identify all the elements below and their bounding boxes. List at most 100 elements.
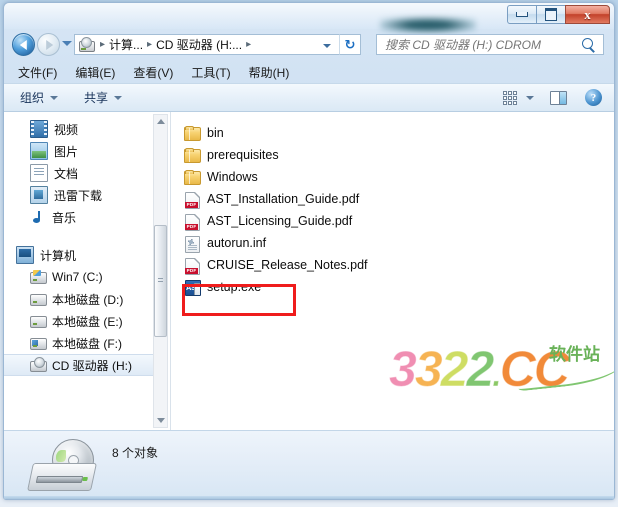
sidebar-item-label: CD 驱动器 (H:) — [52, 358, 132, 373]
search-icon — [581, 37, 597, 53]
window-controls: x — [507, 5, 610, 24]
menu-item-file[interactable]: 文件(F) — [18, 64, 57, 81]
address-bar-row: ▸ 计算... ▸ CD 驱动器 (H:... ▸ ↻ — [4, 29, 614, 60]
scroll-up-button[interactable] — [154, 115, 167, 128]
folder-icon — [183, 169, 201, 185]
hard-drive-icon — [30, 335, 47, 351]
menu-item-view[interactable]: 查看(V) — [133, 64, 173, 81]
file-name: AST_Installation_Guide.pdf — [207, 192, 360, 206]
documents-icon — [30, 164, 48, 182]
menu-item-tools[interactable]: 工具(T) — [191, 64, 230, 81]
chevron-up-icon — [156, 119, 165, 124]
sidebar-item-drive-e[interactable]: 本地磁盘 (E:) — [4, 310, 154, 332]
sidebar-item-label: 图片 — [54, 144, 79, 159]
sidebar-item-label: 本地磁盘 (E:) — [52, 314, 123, 329]
sidebar-item-label: 视频 — [54, 122, 79, 137]
title-bar: x — [4, 3, 614, 33]
share-button[interactable]: 共享 — [84, 89, 123, 106]
refresh-button[interactable]: ↻ — [339, 34, 361, 55]
menu-item-edit[interactable]: 编辑(E) — [75, 64, 115, 81]
breadcrumb[interactable]: ▸ 计算... ▸ CD 驱动器 (H:... ▸ — [74, 34, 339, 55]
file-item-autorun-inf[interactable]: autorun.inf — [183, 232, 608, 254]
sidebar-item-drive-c[interactable]: Win7 (C:) — [4, 266, 154, 288]
pdf-icon — [183, 191, 201, 209]
watermark-digit-1: 3 — [389, 341, 418, 397]
window-bottom-edge — [4, 496, 614, 499]
sidebar-item-label: Win7 (C:) — [52, 270, 103, 284]
site-watermark: 3322.CC 软件站 — [389, 340, 614, 410]
search-input[interactable] — [383, 36, 581, 53]
file-item-windows[interactable]: Windows — [183, 166, 608, 188]
sidebar-group-computer[interactable]: 计算机 — [4, 244, 154, 266]
sidebar-item-videos[interactable]: 视频 — [4, 118, 154, 140]
sidebar-item-music[interactable]: 音乐 — [4, 206, 154, 228]
folder-icon — [183, 147, 201, 163]
search-box[interactable] — [376, 34, 604, 55]
sidebar-item-pictures[interactable]: 图片 — [4, 140, 154, 162]
pictures-icon — [30, 142, 48, 160]
back-button[interactable] — [12, 33, 35, 56]
forward-arrow-icon — [45, 39, 53, 50]
file-item-bin[interactable]: bin — [183, 122, 608, 144]
cd-drive-led-icon — [82, 477, 88, 481]
hard-drive-icon — [30, 313, 47, 329]
file-item-prerequisites[interactable]: prerequisites — [183, 144, 608, 166]
pdf-icon — [183, 257, 201, 275]
help-icon[interactable]: ? — [585, 89, 602, 106]
file-item-setup-exe[interactable]: AST setup.exe — [183, 276, 608, 298]
folder-icon — [183, 125, 201, 141]
sidebar-item-label: 本地磁盘 (D:) — [52, 292, 124, 307]
sidebar-item-drive-d[interactable]: 本地磁盘 (D:) — [4, 288, 154, 310]
watermark-digit-3: 2 — [440, 341, 469, 397]
scrollbar-thumb[interactable] — [154, 225, 167, 337]
watermark-digits: 3322.CC — [389, 341, 571, 397]
breadcrumb-item-computer[interactable]: 计算... — [109, 36, 143, 53]
sidebar-item-thunder-download[interactable]: 迅雷下载 — [4, 184, 154, 206]
sidebar-item-drive-f[interactable]: 本地磁盘 (F:) — [4, 332, 154, 354]
file-item-ast-licensing-guide[interactable]: AST_Licensing_Guide.pdf — [183, 210, 608, 232]
close-button[interactable]: x — [565, 5, 610, 24]
file-name: CRUISE_Release_Notes.pdf — [207, 258, 368, 272]
file-item-cruise-release-notes[interactable]: CRUISE_Release_Notes.pdf — [183, 254, 608, 276]
menu-bar: 文件(F) 编辑(E) 查看(V) 工具(T) 帮助(H) — [4, 61, 614, 83]
file-list-pane[interactable]: bin prerequisites Windows AST_Installati… — [171, 112, 614, 430]
maximize-icon — [545, 8, 557, 21]
organize-button[interactable]: 组织 — [20, 89, 59, 106]
forward-button[interactable] — [37, 33, 60, 56]
cd-drive-slot-icon — [35, 476, 84, 483]
share-label: 共享 — [84, 91, 109, 105]
command-toolbar: 组织 共享 ? — [4, 83, 614, 112]
menu-item-help[interactable]: 帮助(H) — [249, 64, 290, 81]
cd-drive-icon — [78, 36, 95, 53]
navigation-pane-scrollbar[interactable] — [153, 114, 168, 428]
file-item-ast-installation-guide[interactable]: AST_Installation_Guide.pdf — [183, 188, 608, 210]
computer-icon — [16, 246, 34, 264]
toolbar-right-group: ? — [502, 89, 614, 106]
hard-drive-icon — [30, 291, 47, 307]
sidebar-group-spacer — [4, 228, 154, 244]
scroll-down-button[interactable] — [154, 414, 167, 427]
music-icon — [30, 209, 46, 225]
content-area: 视频 图片 文档 迅雷下载 音乐 计算机 Win7 (C:) 本地磁盘 (D:)… — [4, 112, 614, 430]
video-icon — [30, 120, 48, 138]
navigation-pane: 视频 图片 文档 迅雷下载 音乐 计算机 Win7 (C:) 本地磁盘 (D:)… — [4, 112, 171, 430]
watermark-site-name: 软件站 — [549, 345, 600, 364]
preview-pane-icon[interactable] — [550, 90, 567, 105]
sidebar-item-documents[interactable]: 文档 — [4, 162, 154, 184]
watermark-digit-2: 3 — [414, 341, 443, 397]
file-name: bin — [207, 126, 224, 140]
back-arrow-icon — [19, 39, 27, 50]
exe-icon-label: AST — [185, 280, 201, 296]
change-view-icon[interactable] — [502, 90, 518, 106]
maximize-button[interactable] — [536, 5, 565, 24]
file-name: autorun.inf — [207, 236, 267, 250]
desktop-background: x ▸ 计算... ▸ CD 驱动器 (H:... ▸ ↻ 搜索 CD 驱动器 … — [0, 0, 618, 507]
view-chevron-down-icon[interactable] — [526, 95, 534, 100]
recent-locations-dropdown-icon[interactable] — [62, 41, 72, 46]
sidebar-item-cd-drive-h[interactable]: CD 驱动器 (H:) — [4, 354, 154, 376]
download-icon — [30, 186, 48, 204]
minimize-button[interactable] — [507, 5, 536, 24]
breadcrumb-item-cd-drive[interactable]: CD 驱动器 (H:... — [156, 36, 242, 53]
minimize-icon — [516, 12, 528, 17]
breadcrumb-dropdown-icon[interactable] — [323, 44, 331, 48]
